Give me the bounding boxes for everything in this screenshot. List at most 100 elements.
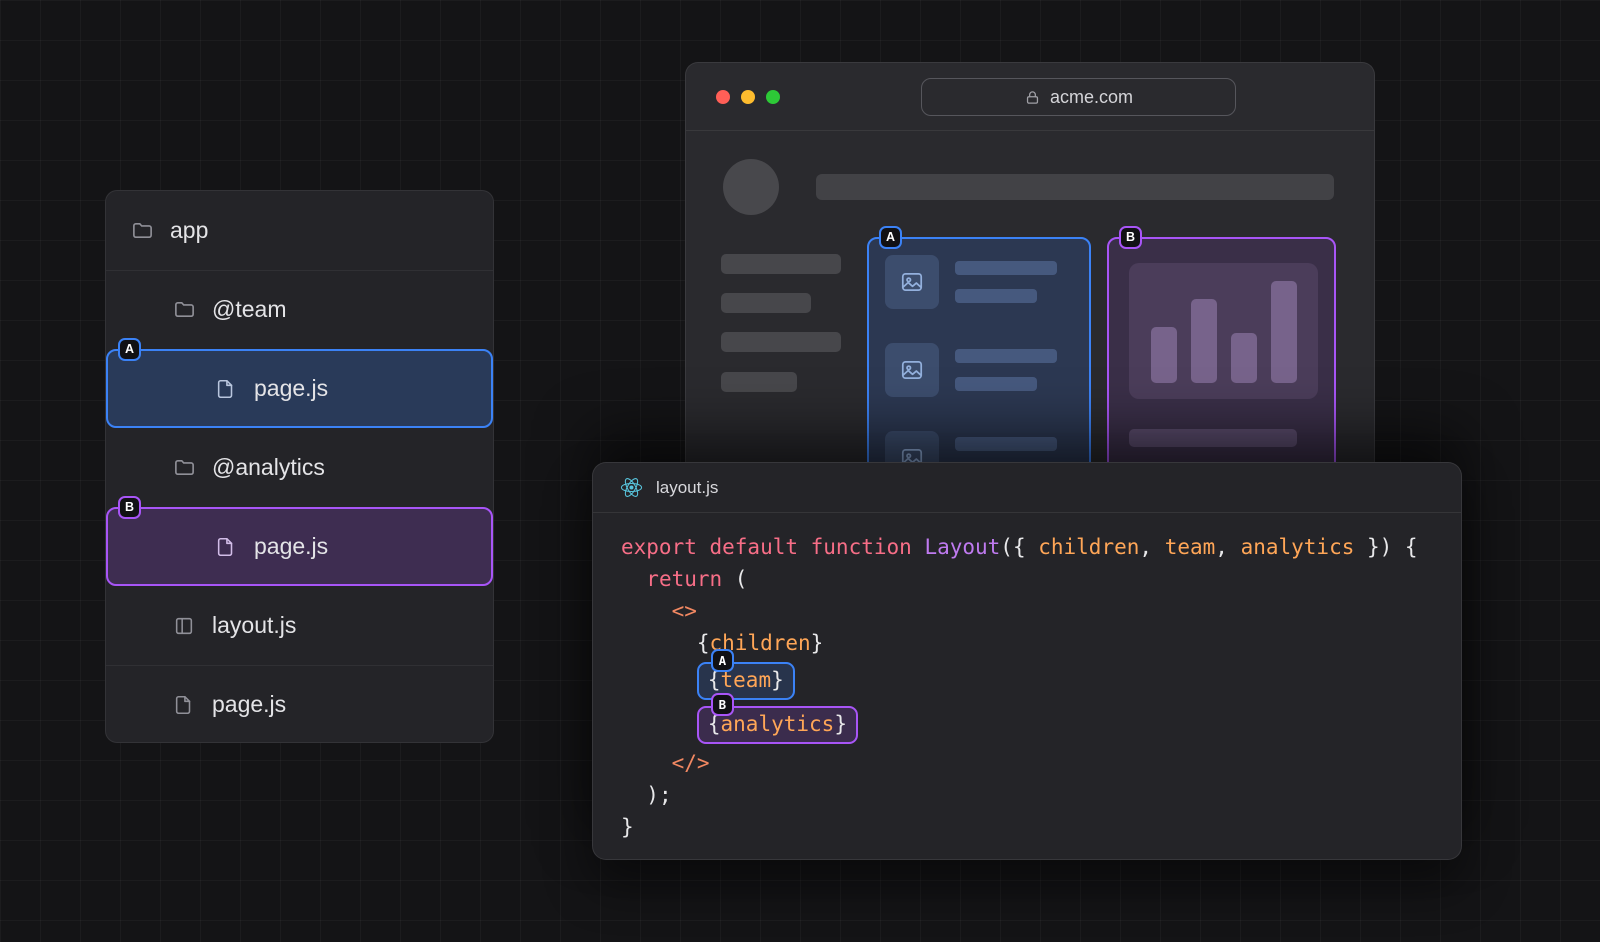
tree-item-label: layout.js: [212, 612, 296, 639]
code-token: {: [697, 631, 710, 655]
code-token: }: [811, 631, 824, 655]
skeleton-bar: [955, 261, 1057, 275]
code-token: ({: [1000, 535, 1038, 559]
tree-item-layout[interactable]: layout.js: [106, 586, 493, 665]
code-token: ,: [1215, 535, 1240, 559]
code-panel-header: layout.js: [593, 463, 1461, 513]
code-token: analytics: [721, 711, 835, 738]
code-line: <>: [621, 595, 1461, 627]
folder-icon: [172, 456, 196, 480]
folder-icon: [130, 219, 154, 243]
skeleton-bar: [955, 377, 1037, 391]
code-token: export default function: [621, 535, 924, 559]
tree-item-label: page.js: [212, 691, 286, 718]
analytics-slot-highlight: B{analytics}: [697, 706, 858, 743]
code-panel: layout.js export default function Layout…: [592, 462, 1462, 860]
code-token: }: [834, 711, 847, 738]
file-icon: [214, 535, 238, 559]
image-placeholder: [885, 343, 939, 397]
chart-bar: [1151, 327, 1177, 383]
tree-item-label: app: [170, 217, 208, 244]
file-icon: [172, 693, 196, 717]
code-token: (: [722, 567, 747, 591]
slot-a-badge: A: [879, 226, 902, 249]
code-line: </>: [621, 747, 1461, 779]
code-token: team: [1165, 535, 1216, 559]
chart-bar: [1191, 299, 1217, 383]
code-line: export default function Layout({ childre…: [621, 531, 1461, 563]
folder-icon: [172, 298, 196, 322]
skeleton-bar: [1129, 429, 1297, 447]
code-token: [621, 709, 697, 741]
code-token: <>: [672, 599, 697, 623]
tree-item-label: @analytics: [212, 454, 325, 481]
skeleton-bar: [955, 437, 1057, 451]
code-token: analytics: [1241, 535, 1355, 559]
code-token: }: [771, 667, 784, 694]
list-item: [885, 255, 1057, 309]
code-token: [621, 751, 672, 775]
code-token: ,: [1139, 535, 1164, 559]
traffic-lights: [716, 90, 780, 104]
code-token: [621, 599, 672, 623]
code-token: [621, 631, 697, 655]
tree-item-analytics[interactable]: @analytics: [106, 428, 493, 507]
chart-placeholder: [1129, 263, 1318, 399]
code-file-title: layout.js: [656, 478, 718, 498]
slot-b-badge: B: [118, 496, 141, 519]
tree-item-team[interactable]: @team: [106, 270, 493, 349]
slot-b-badge: B: [711, 693, 734, 716]
slot-b-badge: B: [1119, 226, 1142, 249]
maximize-button[interactable]: [766, 90, 780, 104]
code-token: return: [646, 567, 722, 591]
code-editor: export default function Layout({ childre…: [593, 513, 1461, 843]
tree-item-label: page.js: [254, 533, 328, 560]
tree-item-root-page[interactable]: page.js: [106, 665, 493, 744]
tree-item-team-page[interactable]: A page.js: [106, 349, 493, 428]
chart-bar: [1231, 333, 1257, 383]
skeleton-bar: [721, 332, 841, 352]
code-token: [621, 567, 646, 591]
tree-item-app[interactable]: app: [106, 191, 493, 270]
skeleton-bar: [955, 289, 1037, 303]
browser-header: acme.com: [686, 63, 1374, 131]
skeleton-bar: [721, 293, 811, 313]
code-line: );: [621, 779, 1461, 811]
skeleton-bar: [721, 254, 841, 274]
code-token: );: [646, 783, 671, 807]
tree-item-label: @team: [212, 296, 286, 323]
tree-item-analytics-page[interactable]: B page.js: [106, 507, 493, 586]
file-icon: [214, 377, 238, 401]
lock-icon: [1024, 89, 1041, 106]
code-line: return (: [621, 563, 1461, 595]
skeleton-bar: [721, 372, 797, 392]
code-line: A{team}: [621, 659, 1461, 703]
code-line: }: [621, 811, 1461, 843]
image-placeholder: [885, 255, 939, 309]
code-token: [621, 665, 697, 697]
avatar: [723, 159, 779, 215]
canvas: { "labels": { "a": "A", "b": "B" }, "fil…: [0, 0, 1600, 942]
team-slot-highlight: A{team}: [697, 662, 795, 699]
list-item: [885, 343, 1057, 397]
code-token: }: [621, 815, 634, 839]
skeleton-header-bar: [816, 174, 1334, 200]
code-token: </>: [672, 751, 710, 775]
close-button[interactable]: [716, 90, 730, 104]
code-token: [621, 783, 646, 807]
code-token: children: [1038, 535, 1139, 559]
url-bar[interactable]: acme.com: [921, 78, 1236, 116]
slot-a-badge: A: [711, 649, 734, 672]
code-token: }) {: [1354, 535, 1417, 559]
layout-icon: [172, 614, 196, 638]
chart-bar: [1271, 281, 1297, 383]
slot-a-badge: A: [118, 338, 141, 361]
code-token: Layout: [924, 535, 1000, 559]
url-text: acme.com: [1050, 87, 1133, 108]
react-icon: [620, 476, 643, 499]
code-line: {children}: [621, 627, 1461, 659]
tree-item-label: page.js: [254, 375, 328, 402]
skeleton-bar: [955, 349, 1057, 363]
minimize-button[interactable]: [741, 90, 755, 104]
file-tree-panel: app @team A page.js @analytics B page.js…: [105, 190, 494, 743]
